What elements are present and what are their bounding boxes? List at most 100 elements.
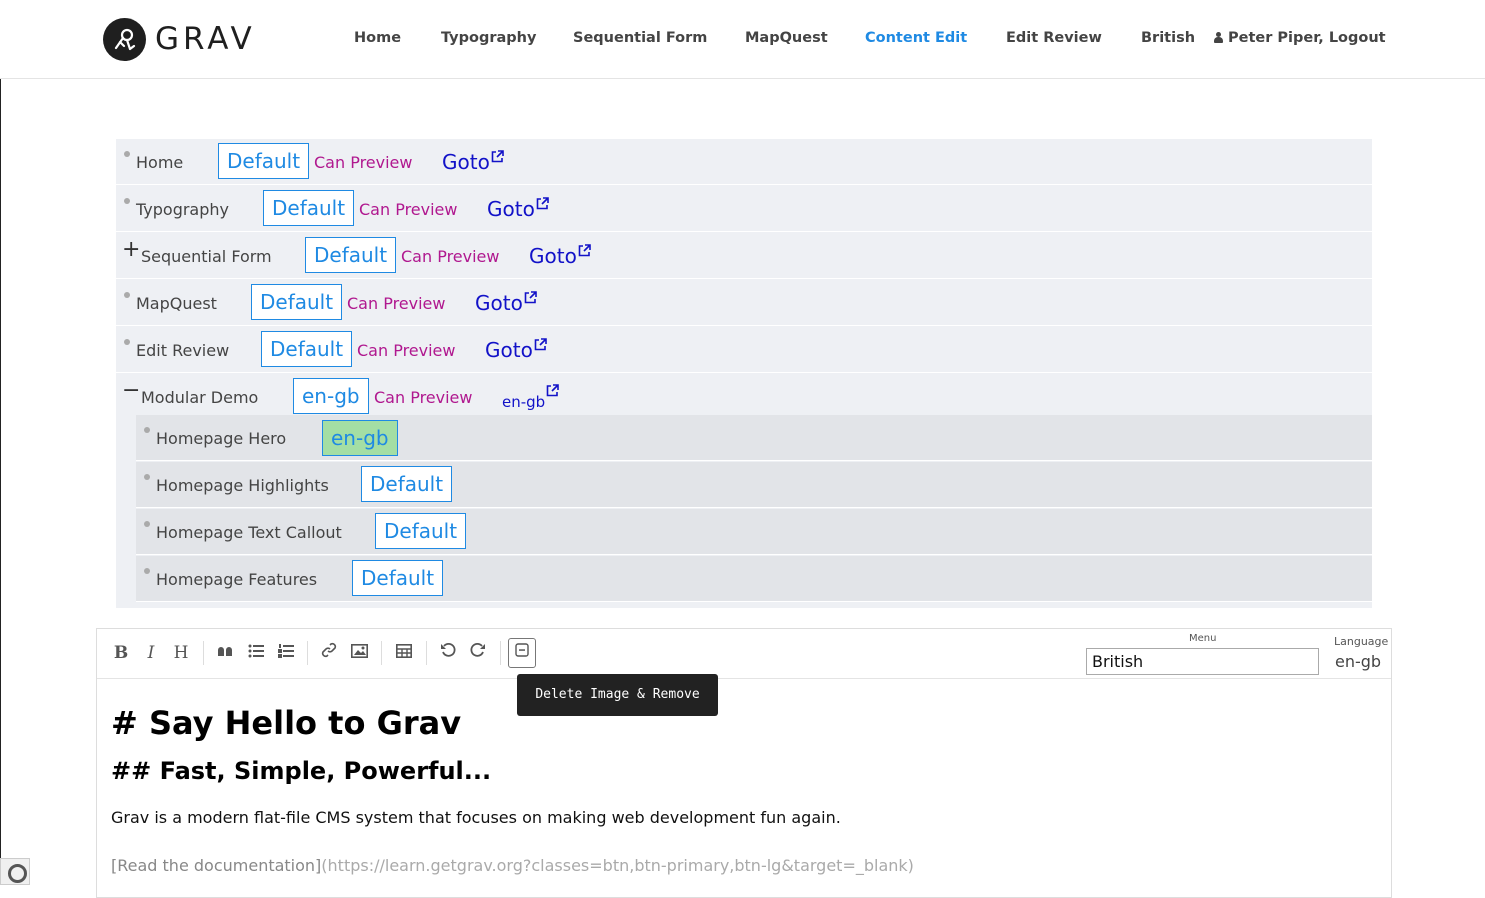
tree-child-homepage-highlights: Homepage Highlights Default	[136, 462, 1372, 508]
editor-content[interactable]: # Say Hello to Grav ## Fast, Simple, Pow…	[111, 701, 914, 877]
redo-icon	[470, 642, 485, 657]
tree-row-label[interactable]: MapQuest	[136, 294, 217, 313]
refresh-button[interactable]	[0, 858, 30, 885]
external-link-icon	[578, 244, 591, 257]
redo-button[interactable]	[467, 642, 489, 664]
numbered-list-button[interactable]	[275, 642, 297, 664]
markdown-paragraph[interactable]: Grav is a modern flat-file CMS system th…	[111, 807, 914, 829]
markdown-h2-line[interactable]: ## Fast, Simple, Powerful...	[111, 753, 914, 789]
undo-icon	[441, 642, 456, 657]
nav-home[interactable]: Home	[354, 30, 401, 46]
nav-content-edit[interactable]: Content Edit	[865, 30, 967, 46]
bullet-icon	[124, 339, 130, 345]
nav-language-british[interactable]: British	[1141, 30, 1195, 46]
tree-child-homepage-hero: Homepage Hero en-gb	[136, 415, 1372, 461]
tree-row-label[interactable]: Edit Review	[136, 341, 229, 360]
toolbar-tooltip: Delete Image & Remove Link	[517, 674, 718, 744]
can-preview-link[interactable]: Can Preview	[347, 294, 445, 313]
external-link-icon	[491, 150, 504, 163]
image-icon	[350, 644, 368, 658]
markdown-h1-line[interactable]: # Say Hello to Grav	[111, 701, 914, 745]
toolbar-divider	[381, 641, 382, 665]
grav-logo[interactable]: GRAV	[103, 17, 256, 61]
goto-link[interactable]: Goto	[475, 291, 523, 315]
template-badge[interactable]: Default	[251, 284, 343, 320]
undo-button[interactable]	[437, 642, 459, 664]
italic-button[interactable]: I	[140, 642, 162, 664]
delete-image-remove-link-button[interactable]	[508, 638, 536, 668]
tree-row-label[interactable]: Modular Demo	[141, 388, 258, 407]
can-preview-link[interactable]: Can Preview	[374, 388, 472, 407]
tree-child-homepage-text-callout: Homepage Text Callout Default	[136, 509, 1372, 555]
nav-edit-review[interactable]: Edit Review	[1006, 30, 1102, 46]
toolbar-divider	[307, 641, 308, 665]
bullet-icon	[124, 151, 130, 157]
quote-button[interactable]	[214, 642, 236, 664]
template-badge[interactable]: Default	[218, 143, 310, 179]
tree-row-modular-demo: − Modular Demo en-gb Can Preview en-gb	[116, 374, 1372, 415]
collapse-icon[interactable]: −	[122, 379, 140, 403]
nav-typography[interactable]: Typography	[441, 30, 536, 46]
external-link-icon	[546, 384, 559, 397]
external-link-icon	[534, 338, 547, 351]
editor-toolbar: B I H Menu British Language en-gb	[97, 629, 1391, 679]
bulleted-list-button[interactable]	[245, 642, 267, 664]
template-badge[interactable]: Default	[352, 560, 444, 596]
expand-icon[interactable]: +	[122, 238, 140, 262]
bullet-icon	[124, 198, 130, 204]
goto-link[interactable]: en-gb	[502, 393, 545, 411]
menu-input[interactable]	[1086, 648, 1319, 675]
image-button[interactable]	[348, 642, 370, 664]
can-preview-link[interactable]: Can Preview	[357, 341, 455, 360]
tree-row-label[interactable]: Home	[136, 153, 183, 172]
template-badge[interactable]: Default	[261, 331, 353, 367]
tree-row-label[interactable]: Typography	[136, 200, 229, 219]
tree-child-label[interactable]: Homepage Highlights	[156, 476, 329, 495]
markdown-link-url: (https://learn.getgrav.org?classes=btn,b…	[321, 856, 914, 875]
markdown-link-line[interactable]: [Read the documentation](https://learn.g…	[111, 855, 914, 877]
bullet-icon	[124, 292, 130, 298]
tree-row-mapquest: MapQuest Default Can Preview Goto	[116, 280, 1372, 326]
link-button[interactable]	[318, 642, 340, 664]
goto-link[interactable]: Goto	[485, 338, 533, 362]
tree-child-label[interactable]: Homepage Features	[156, 570, 317, 589]
user-icon	[1214, 32, 1223, 43]
bulleted-list-icon	[248, 644, 264, 658]
tree-child-label[interactable]: Homepage Hero	[156, 429, 286, 448]
template-badge[interactable]: Default	[361, 466, 453, 502]
language-badge[interactable]: en-gb	[293, 378, 369, 414]
user-logout-label: Peter Piper, Logout	[1228, 30, 1386, 46]
markdown-link-text: [Read the documentation]	[111, 856, 322, 875]
nav-user-logout[interactable]: Peter Piper, Logout	[1214, 30, 1386, 46]
bullet-icon	[144, 568, 150, 574]
heading-button[interactable]: H	[170, 642, 192, 664]
grav-logo-icon	[103, 17, 146, 61]
template-badge[interactable]: Default	[305, 237, 397, 273]
bullet-icon	[144, 521, 150, 527]
external-link-icon	[524, 291, 537, 304]
tree-row-edit-review: Edit Review Default Can Preview Goto	[116, 327, 1372, 373]
template-badge[interactable]: Default	[375, 513, 467, 549]
bold-button[interactable]: B	[110, 642, 132, 664]
nav-sequential-form[interactable]: Sequential Form	[573, 30, 707, 46]
menu-label: Menu	[1189, 633, 1217, 644]
refresh-icon	[8, 864, 27, 883]
tree-child-label[interactable]: Homepage Text Callout	[156, 523, 342, 542]
logo-text: GRAV	[155, 21, 256, 57]
toolbar-divider	[426, 641, 427, 665]
goto-link[interactable]: Goto	[442, 150, 490, 174]
can-preview-link[interactable]: Can Preview	[401, 247, 499, 266]
goto-link[interactable]: Goto	[487, 197, 535, 221]
tree-row-label[interactable]: Sequential Form	[141, 247, 272, 266]
external-link-icon	[536, 197, 549, 210]
nav-mapquest[interactable]: MapQuest	[745, 30, 828, 46]
markdown-editor: B I H Menu British Language en-gb # Say …	[96, 628, 1392, 898]
can-preview-link[interactable]: Can Preview	[359, 200, 457, 219]
can-preview-link[interactable]: Can Preview	[314, 153, 412, 172]
goto-link[interactable]: Goto	[529, 244, 577, 268]
language-label: Language	[1334, 635, 1389, 648]
bullet-icon	[144, 474, 150, 480]
table-button[interactable]	[393, 642, 415, 664]
template-badge[interactable]: Default	[263, 190, 355, 226]
language-badge[interactable]: en-gb	[322, 420, 398, 456]
